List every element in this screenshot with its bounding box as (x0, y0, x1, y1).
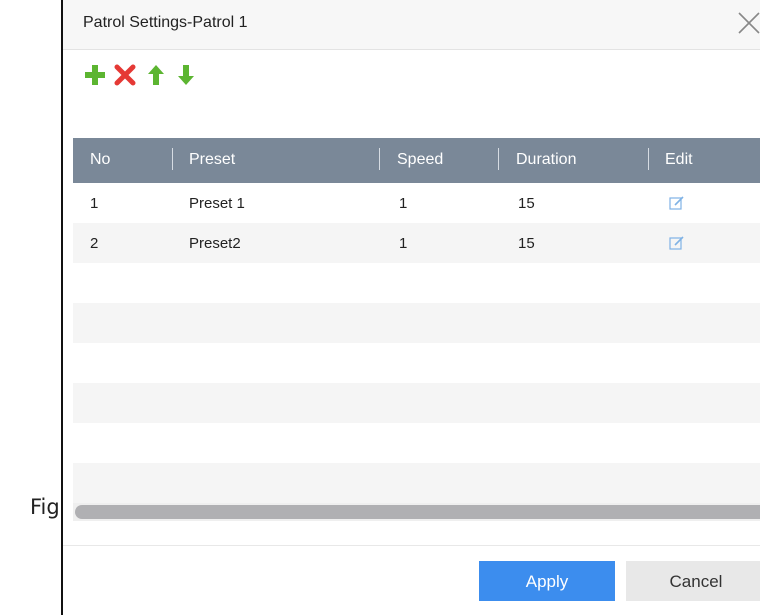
cell-speed: 1 (399, 235, 408, 252)
column-divider (648, 148, 649, 170)
header-no: No (90, 151, 111, 168)
header-edit: Edit (665, 151, 693, 168)
column-divider (379, 148, 380, 170)
apply-button[interactable]: Apply (479, 561, 615, 601)
edit-icon[interactable] (668, 194, 686, 212)
cell-duration: 15 (518, 235, 535, 252)
cell-no: 2 (90, 235, 99, 252)
empty-row (73, 383, 760, 423)
table-row[interactable]: 1 Preset 1 1 15 (73, 183, 760, 223)
header-duration: Duration (516, 151, 577, 168)
empty-row (73, 303, 760, 343)
close-icon[interactable] (736, 10, 760, 36)
empty-row (73, 263, 760, 303)
cell-duration: 15 (518, 195, 535, 212)
edit-icon[interactable] (668, 234, 686, 252)
x-icon[interactable] (113, 62, 137, 88)
table-row[interactable]: 2 Preset2 1 15 (73, 223, 760, 263)
patrol-table: No Preset Speed Duration Edit 1 Preset 1… (73, 138, 760, 503)
cell-speed: 1 (399, 195, 408, 212)
cancel-button[interactable]: Cancel (626, 561, 760, 601)
column-divider (172, 148, 173, 170)
empty-row (73, 463, 760, 503)
dialog-title: Patrol Settings-Patrol 1 (83, 14, 248, 31)
empty-row (73, 343, 760, 383)
table-header: No Preset Speed Duration Edit (73, 138, 760, 183)
scrollbar-thumb[interactable] (75, 505, 760, 519)
header-speed: Speed (397, 151, 444, 168)
dialog-titlebar: Patrol Settings-Patrol 1 (63, 0, 760, 50)
cell-preset: Preset2 (189, 235, 241, 252)
cell-no: 1 (90, 195, 99, 212)
patrol-settings-dialog: Patrol Settings-Patrol 1 No Preset Speed (61, 0, 760, 615)
empty-row (73, 423, 760, 463)
arrow-down-icon[interactable] (177, 62, 195, 88)
footer-divider (63, 545, 760, 546)
cell-preset: Preset 1 (189, 195, 245, 212)
header-preset: Preset (189, 151, 236, 168)
background-figure-caption: Figu (30, 495, 62, 519)
column-divider (498, 148, 499, 170)
horizontal-scrollbar[interactable] (73, 503, 760, 521)
plus-icon[interactable] (83, 62, 107, 88)
arrow-up-icon[interactable] (147, 62, 165, 88)
